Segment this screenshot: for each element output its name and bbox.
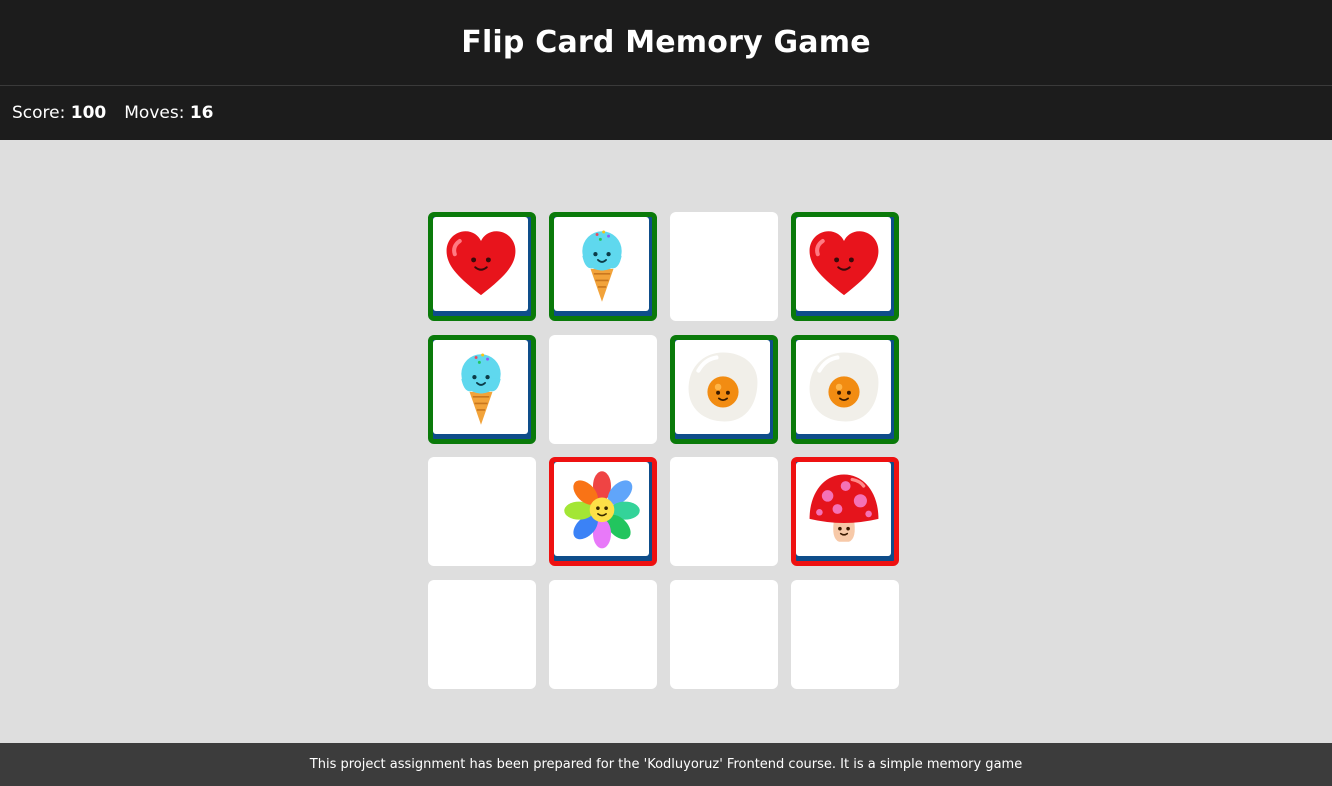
card-face [433,217,528,311]
card-5[interactable] [428,334,536,444]
card-face [796,217,891,311]
moves-display: Moves: 16 [124,103,213,123]
heart-icon [803,223,885,305]
card-4[interactable] [791,212,899,321]
score-value: 100 [70,103,107,123]
score-label: Score: [12,103,66,123]
footer: This project assignment has been prepare… [0,743,1332,786]
card-16[interactable] [791,579,899,689]
heart-icon [440,223,522,305]
card-9[interactable] [428,457,536,566]
fried-egg-icon [682,346,764,428]
stats-bar: Score: 100 Moves: 16 [0,86,1332,140]
card-board [428,212,900,689]
card-face [554,217,649,311]
card-3[interactable] [670,212,778,321]
card-face [796,462,891,556]
card-14[interactable] [549,579,657,689]
card-11[interactable] [670,457,778,566]
card-12[interactable] [791,457,899,566]
flower-icon [561,468,643,550]
card-face [554,462,649,556]
moves-label: Moves: [124,103,185,123]
ice-cream-icon [440,346,522,428]
card-face [796,339,891,434]
moves-value: 16 [189,103,214,123]
ice-cream-icon [561,223,643,305]
card-6[interactable] [549,334,657,444]
card-1[interactable] [428,212,536,321]
card-2[interactable] [549,212,657,321]
card-15[interactable] [670,579,778,689]
card-8[interactable] [791,334,899,444]
card-10[interactable] [549,457,657,566]
mushroom-icon [803,468,885,550]
card-13[interactable] [428,579,536,689]
card-face [675,339,770,434]
page-title: Flip Card Memory Game [461,25,871,60]
footer-text: This project assignment has been prepare… [309,757,1023,772]
score-display: Score: 100 [12,103,106,123]
card-7[interactable] [670,334,778,444]
card-face [433,339,528,434]
header: Flip Card Memory Game [0,0,1332,86]
fried-egg-icon [803,346,885,428]
